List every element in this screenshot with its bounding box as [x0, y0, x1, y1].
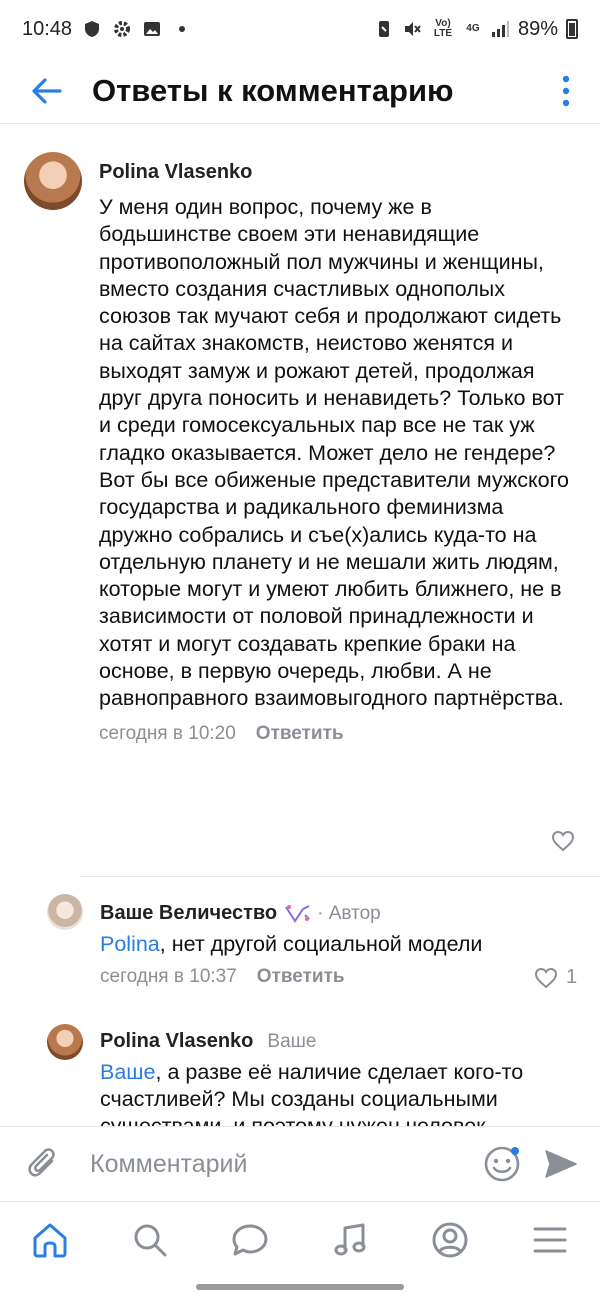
- mention-link[interactable]: Polina: [100, 932, 160, 956]
- sparkle-badge-icon: [285, 904, 310, 923]
- arrow-left-icon: [32, 77, 62, 104]
- author-name: Polina Vlasenko: [99, 161, 253, 183]
- comment-text: Polina, нет другой социальной модели: [100, 931, 570, 958]
- home-icon: [33, 1223, 67, 1258]
- battery-icon: [566, 19, 578, 39]
- signal-icon: [491, 21, 509, 37]
- comment-input[interactable]: Комментарий: [76, 1150, 476, 1179]
- send-icon: [545, 1150, 577, 1178]
- comment-text: Ваше, а разве её наличие сделает кого-то…: [100, 1059, 570, 1126]
- search-icon: [134, 1224, 167, 1257]
- shield-icon: [85, 21, 100, 37]
- home-indicator[interactable]: [196, 1284, 404, 1290]
- comment-meta: сегодня в 10:37 Ответить: [100, 966, 570, 988]
- tab-menu[interactable]: [520, 1210, 580, 1270]
- author-name: Ваше Величество: [100, 902, 278, 924]
- comment-author[interactable]: Ваше Величество · Автор: [100, 902, 570, 925]
- reply-comment: Ваше Величество · Автор Polina, нет друг…: [47, 894, 587, 988]
- author-tag: Ваше: [267, 1030, 317, 1052]
- tab-music[interactable]: [320, 1210, 380, 1270]
- avatar[interactable]: [24, 152, 82, 210]
- tab-profile[interactable]: [420, 1210, 480, 1270]
- attach-button[interactable]: [10, 1147, 76, 1181]
- profile-icon: [432, 1222, 468, 1258]
- avatar[interactable]: [47, 894, 83, 930]
- like-button[interactable]: 1: [534, 966, 577, 989]
- paperclip-icon: [28, 1148, 55, 1177]
- app-header: Ответы к комментарию: [0, 58, 600, 124]
- mention-link[interactable]: Ваше: [100, 1060, 156, 1084]
- network-label: 4G: [466, 23, 480, 34]
- author-name: Polina Vlasenko: [100, 1030, 254, 1052]
- hamburger-menu-icon: [533, 1227, 567, 1253]
- comments-list[interactable]: Polina Vlasenko У меня один вопрос, поче…: [0, 124, 600, 1126]
- comment-text: У меня один вопрос, почему же в бодьшинс…: [99, 195, 569, 711]
- reply-text: , нет другой социальной модели: [159, 932, 483, 956]
- comment-composer: Комментарий: [0, 1126, 600, 1202]
- author-tag: · Автор: [317, 902, 381, 924]
- dot-icon: [179, 26, 186, 32]
- avatar[interactable]: [47, 1024, 83, 1060]
- like-button[interactable]: [551, 830, 575, 852]
- status-right: Vo) LTE 4G 89%: [374, 18, 578, 41]
- more-vertical-icon: [562, 75, 570, 106]
- chat-bubble-icon: [232, 1224, 268, 1256]
- status-left: 10:48: [22, 18, 192, 41]
- comment-author[interactable]: Polina Vlasenko: [99, 161, 569, 184]
- heart-icon: [551, 830, 575, 852]
- reply-comment: Polina Vlasenko Ваше Ваше, а разве её на…: [47, 1024, 587, 1126]
- volte-label: Vo) LTE: [433, 18, 453, 39]
- send-button[interactable]: [528, 1149, 594, 1179]
- heart-icon: [534, 967, 558, 988]
- back-button[interactable]: [12, 58, 82, 124]
- tab-search[interactable]: [120, 1210, 180, 1270]
- main-comment: Polina Vlasenko У меня один вопрос, поче…: [24, 152, 580, 745]
- bottom-tab-bar: [0, 1202, 600, 1278]
- status-bar: 10:48 Vo) LTE 4G 89%: [0, 0, 600, 58]
- smiley-icon: [484, 1146, 520, 1182]
- tab-messages[interactable]: [220, 1210, 280, 1270]
- comment-time: сегодня в 10:37: [100, 966, 237, 987]
- more-options-button[interactable]: [542, 58, 590, 124]
- emoji-button[interactable]: [476, 1144, 528, 1184]
- status-time: 10:48: [22, 17, 73, 40]
- like-count: 1: [566, 966, 578, 988]
- comment-time: сегодня в 10:20: [99, 722, 236, 744]
- nfc-icon: [378, 21, 389, 37]
- comment-body: Polina Vlasenko Ваше Ваше, а разве её на…: [100, 1024, 570, 1126]
- comment-body: Ваше Величество · Автор Polina, нет друг…: [100, 894, 570, 988]
- tab-home[interactable]: [20, 1210, 80, 1270]
- music-note-icon: [334, 1223, 366, 1256]
- comment-body: Polina Vlasenko У меня один вопрос, поче…: [99, 152, 569, 745]
- comment-meta: сегодня в 10:20 Ответить: [99, 723, 569, 745]
- page-title: Ответы к комментарию: [92, 72, 454, 108]
- comment-author[interactable]: Polina Vlasenko Ваше: [100, 1030, 570, 1053]
- image-icon: [144, 22, 161, 36]
- reply-button[interactable]: Ответить: [256, 723, 344, 745]
- reply-button[interactable]: Ответить: [257, 966, 345, 988]
- settings-gear-icon: [114, 21, 131, 37]
- mute-icon: [404, 22, 421, 36]
- divider: [80, 876, 600, 877]
- battery-percent: 89%: [517, 17, 558, 40]
- reply-text: , а разве её наличие сделает кого-то сча…: [100, 1060, 524, 1126]
